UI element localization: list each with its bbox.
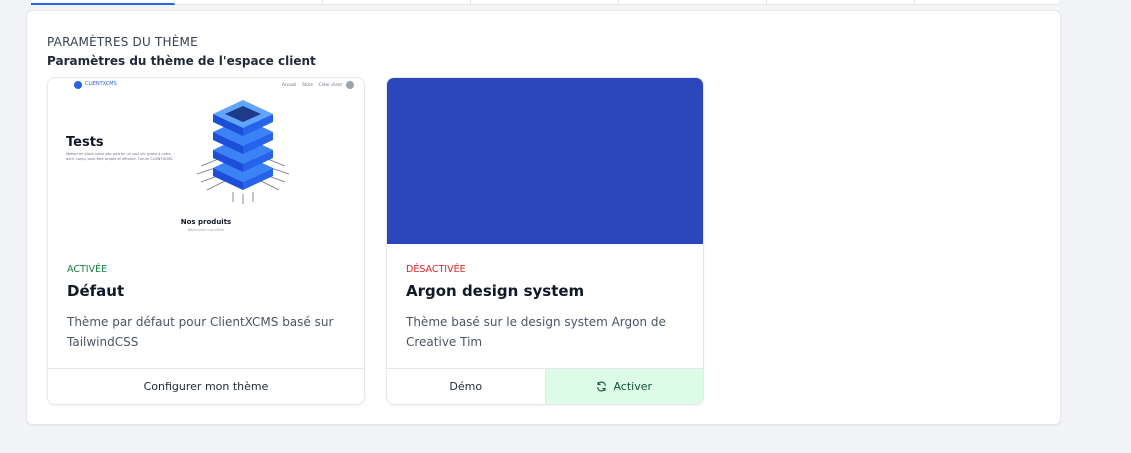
- theme-name: Argon design system: [406, 282, 585, 300]
- tab-1[interactable]: [31, 0, 175, 5]
- tab-3[interactable]: [323, 0, 471, 5]
- theme-card-argon: DÉSACTIVÉE Argon design system Thème bas…: [386, 77, 704, 405]
- mini-hero-text: Mettez en place votre site web en un seu…: [66, 152, 174, 161]
- theme-card-default: CLIENTXCMS Accueil Store Créer client Te…: [47, 77, 365, 405]
- activate-label: Activer: [613, 380, 653, 393]
- activate-button[interactable]: Activer: [544, 369, 703, 404]
- mini-navbar: CLIENTXCMS Accueil Store Créer client: [48, 78, 364, 94]
- section-title: PARAMÈTRES DU THÈME: [47, 35, 198, 49]
- theme-description: Thème basé sur le design system Argon de…: [406, 315, 666, 349]
- configure-theme-button[interactable]: Configurer mon thème: [48, 369, 364, 404]
- mini-logo-icon: [74, 81, 82, 89]
- demo-button[interactable]: Démo: [387, 369, 545, 404]
- card-footer: Démo Activer: [387, 368, 703, 404]
- mini-nav-links: Accueil Store Créer client: [282, 82, 342, 87]
- mini-products-title: Nos produits: [180, 218, 232, 226]
- status-badge: ACTIVÉE: [67, 264, 108, 275]
- mini-nav-link: Accueil: [281, 82, 297, 87]
- theme-name: Défaut: [67, 282, 125, 300]
- refresh-icon: [597, 381, 607, 392]
- server-illustration-icon: [196, 100, 290, 204]
- tab-2[interactable]: [175, 0, 323, 5]
- mini-products-subtitle: Découvrez nos offres: [187, 228, 225, 232]
- mini-avatar: [346, 81, 354, 89]
- tab-4[interactable]: [471, 0, 619, 5]
- theme-settings-panel: PARAMÈTRES DU THÈME Paramètres du thème …: [26, 10, 1061, 425]
- mini-nav-link: Store: [302, 82, 313, 87]
- theme-description: Thème par défaut pour ClientXCMS basé su…: [67, 315, 334, 349]
- mini-nav-link: Créer client: [318, 82, 342, 87]
- theme-preview-argon: [387, 78, 703, 244]
- mini-brand: CLIENTXCMS: [85, 81, 117, 87]
- tab-6[interactable]: [767, 0, 915, 5]
- tab-strip: [30, 0, 1061, 5]
- status-badge: DÉSACTIVÉE: [406, 264, 466, 275]
- tab-5[interactable]: [619, 0, 767, 5]
- mini-hero-title: Tests: [66, 135, 104, 150]
- section-subtitle: Paramètres du thème de l'espace client: [47, 54, 316, 68]
- theme-preview-default: CLIENTXCMS Accueil Store Créer client Te…: [48, 78, 364, 244]
- card-footer: Configurer mon thème: [48, 368, 364, 404]
